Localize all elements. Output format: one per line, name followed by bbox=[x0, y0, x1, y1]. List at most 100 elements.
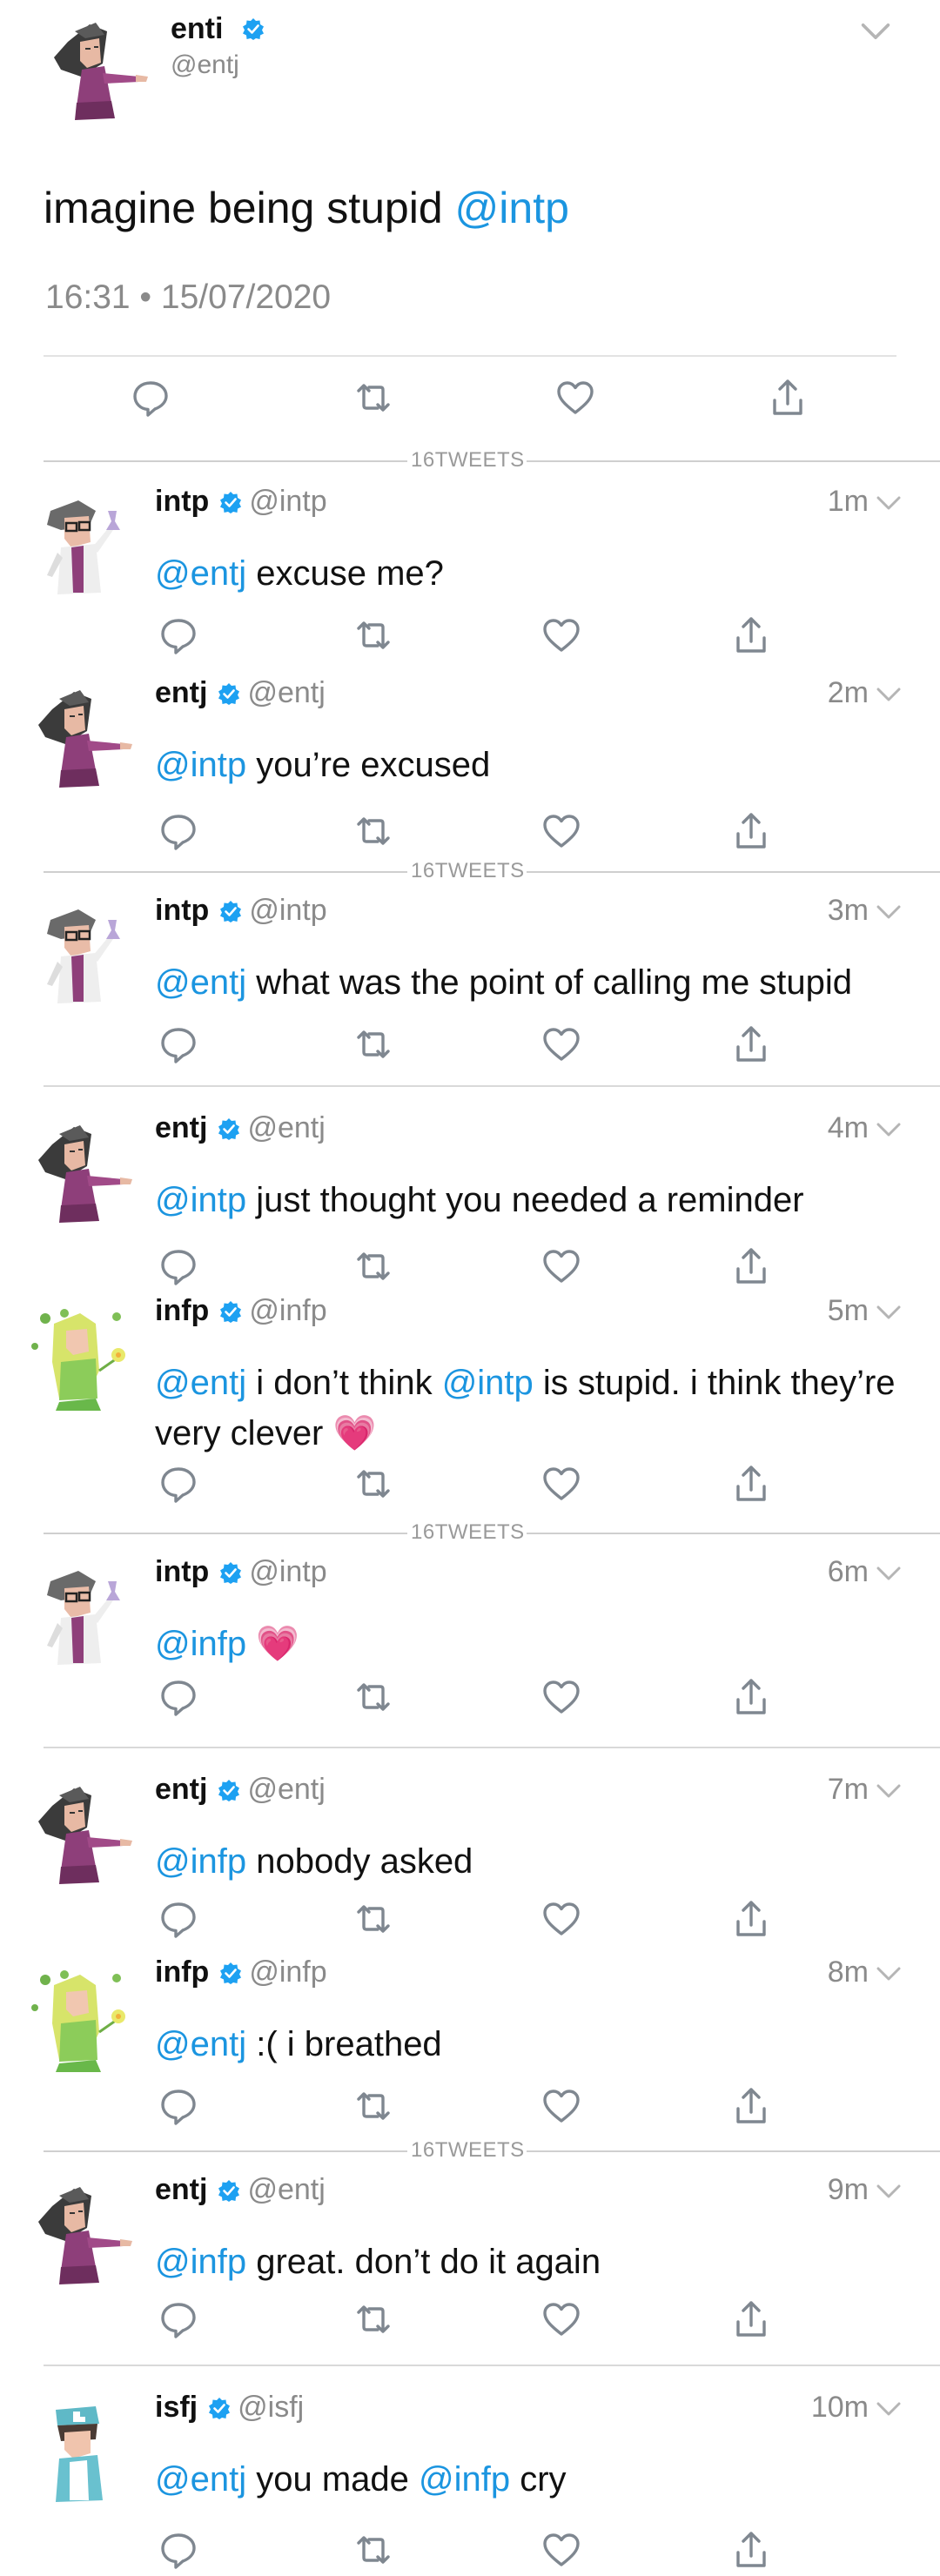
retweet-button[interactable] bbox=[352, 2528, 395, 2572]
author-handle[interactable]: @entj bbox=[247, 1773, 325, 1806]
mention-link[interactable]: @intp bbox=[455, 184, 569, 232]
author-name[interactable]: intp bbox=[155, 1555, 209, 1588]
author-name[interactable]: entj bbox=[155, 1773, 207, 1806]
intp-avatar[interactable] bbox=[26, 492, 139, 605]
share-button[interactable] bbox=[729, 1462, 773, 1506]
retweet-button[interactable] bbox=[352, 376, 395, 419]
retweet-button[interactable] bbox=[352, 1462, 395, 1506]
reply-button[interactable] bbox=[157, 1462, 200, 1506]
chevron-down-icon[interactable] bbox=[876, 1121, 902, 1138]
mention-link[interactable]: @entj bbox=[155, 554, 246, 593]
author-name[interactable]: intp bbox=[155, 894, 209, 927]
mention-link[interactable]: @entj bbox=[155, 963, 246, 1002]
like-button[interactable] bbox=[554, 376, 597, 419]
entj-avatar[interactable] bbox=[42, 16, 155, 129]
infp-avatar[interactable] bbox=[26, 1301, 139, 1414]
mention-link[interactable]: @entj bbox=[155, 1364, 246, 1402]
retweet-button[interactable] bbox=[352, 809, 395, 853]
share-button[interactable] bbox=[729, 2084, 773, 2128]
reply-button[interactable] bbox=[157, 614, 200, 657]
reply-button[interactable] bbox=[157, 1023, 200, 1066]
chevron-down-icon[interactable] bbox=[876, 1965, 902, 1982]
chevron-down-icon[interactable] bbox=[860, 21, 891, 42]
author-handle[interactable]: @entj bbox=[247, 1111, 325, 1144]
entj-avatar[interactable] bbox=[26, 683, 139, 796]
intp-avatar[interactable] bbox=[26, 1562, 139, 1675]
author-name[interactable]: entj bbox=[155, 1111, 207, 1144]
reply-button[interactable] bbox=[157, 1244, 200, 1288]
infp-avatar[interactable] bbox=[26, 1962, 139, 2076]
share-button[interactable] bbox=[729, 809, 773, 853]
entj-avatar[interactable] bbox=[26, 1118, 139, 1231]
like-button[interactable] bbox=[540, 614, 583, 657]
reply-button[interactable] bbox=[157, 809, 200, 853]
author-handle[interactable]: @entj bbox=[247, 676, 325, 709]
mention-link[interactable]: @infp bbox=[155, 2243, 246, 2281]
chevron-down-icon[interactable] bbox=[876, 903, 902, 921]
like-button[interactable] bbox=[540, 1244, 583, 1288]
reply-button[interactable] bbox=[157, 2298, 200, 2341]
like-button[interactable] bbox=[540, 2298, 583, 2341]
mention-link[interactable]: @intp bbox=[155, 1181, 246, 1219]
author-handle[interactable]: @intp bbox=[249, 485, 326, 518]
share-button[interactable] bbox=[729, 1675, 773, 1719]
like-button[interactable] bbox=[540, 1462, 583, 1506]
reply-button[interactable] bbox=[157, 2528, 200, 2572]
author-name[interactable]: intp bbox=[155, 485, 209, 518]
like-button[interactable] bbox=[540, 1023, 583, 1066]
main-tweet-author-name[interactable]: enti bbox=[171, 12, 223, 46]
main-tweet-author-handle[interactable]: @entj bbox=[171, 50, 239, 80]
chevron-down-icon[interactable] bbox=[876, 1565, 902, 1582]
retweet-button[interactable] bbox=[352, 1897, 395, 1941]
share-button[interactable] bbox=[729, 1897, 773, 1941]
retweet-button[interactable] bbox=[352, 1675, 395, 1719]
entj-avatar[interactable] bbox=[26, 2180, 139, 2293]
reply-button[interactable] bbox=[157, 2084, 200, 2128]
share-button[interactable] bbox=[766, 376, 809, 419]
like-button[interactable] bbox=[540, 2528, 583, 2572]
like-button[interactable] bbox=[540, 2084, 583, 2128]
share-button[interactable] bbox=[729, 2298, 773, 2341]
retweet-button[interactable] bbox=[352, 1023, 395, 1066]
isfj-avatar[interactable] bbox=[26, 2398, 139, 2511]
retweet-button[interactable] bbox=[352, 614, 395, 657]
author-handle[interactable]: @intp bbox=[249, 894, 326, 927]
chevron-down-icon[interactable] bbox=[876, 1304, 902, 1321]
mention-link[interactable]: @entj bbox=[155, 2025, 246, 2063]
mention-link[interactable]: @intp bbox=[155, 746, 246, 784]
author-name[interactable]: infp bbox=[155, 1294, 209, 1327]
author-handle[interactable]: @infp bbox=[249, 1294, 326, 1327]
author-name[interactable]: infp bbox=[155, 1955, 209, 1989]
like-button[interactable] bbox=[540, 809, 583, 853]
retweet-button[interactable] bbox=[352, 2084, 395, 2128]
intp-avatar[interactable] bbox=[26, 901, 139, 1014]
author-handle[interactable]: @intp bbox=[249, 1555, 326, 1588]
share-button[interactable] bbox=[729, 614, 773, 657]
share-button[interactable] bbox=[729, 1244, 773, 1288]
retweet-button[interactable] bbox=[352, 1244, 395, 1288]
mention-link[interactable]: @infp bbox=[419, 2460, 510, 2499]
reply-button[interactable] bbox=[157, 1897, 200, 1941]
author-name[interactable]: entj bbox=[155, 2173, 207, 2206]
entj-avatar[interactable] bbox=[26, 1780, 139, 1893]
retweet-button[interactable] bbox=[352, 2298, 395, 2341]
chevron-down-icon[interactable] bbox=[876, 2400, 902, 2418]
reply-button[interactable] bbox=[157, 1675, 200, 1719]
share-button[interactable] bbox=[729, 2528, 773, 2572]
chevron-down-icon[interactable] bbox=[876, 1782, 902, 1800]
author-name[interactable]: entj bbox=[155, 676, 207, 709]
share-button[interactable] bbox=[729, 1023, 773, 1066]
chevron-down-icon[interactable] bbox=[876, 686, 902, 703]
reply-button[interactable] bbox=[129, 376, 172, 419]
author-handle[interactable]: @isfj bbox=[238, 2391, 304, 2424]
like-button[interactable] bbox=[540, 1675, 583, 1719]
mention-link[interactable]: @infp bbox=[155, 1842, 246, 1881]
chevron-down-icon[interactable] bbox=[876, 494, 902, 512]
chevron-down-icon[interactable] bbox=[876, 2183, 902, 2200]
like-button[interactable] bbox=[540, 1897, 583, 1941]
mention-link[interactable]: @intp bbox=[442, 1364, 534, 1402]
mention-link[interactable]: @infp bbox=[155, 1625, 246, 1663]
author-handle[interactable]: @infp bbox=[249, 1955, 326, 1989]
author-handle[interactable]: @entj bbox=[247, 2173, 325, 2206]
author-name[interactable]: isfj bbox=[155, 2391, 198, 2424]
